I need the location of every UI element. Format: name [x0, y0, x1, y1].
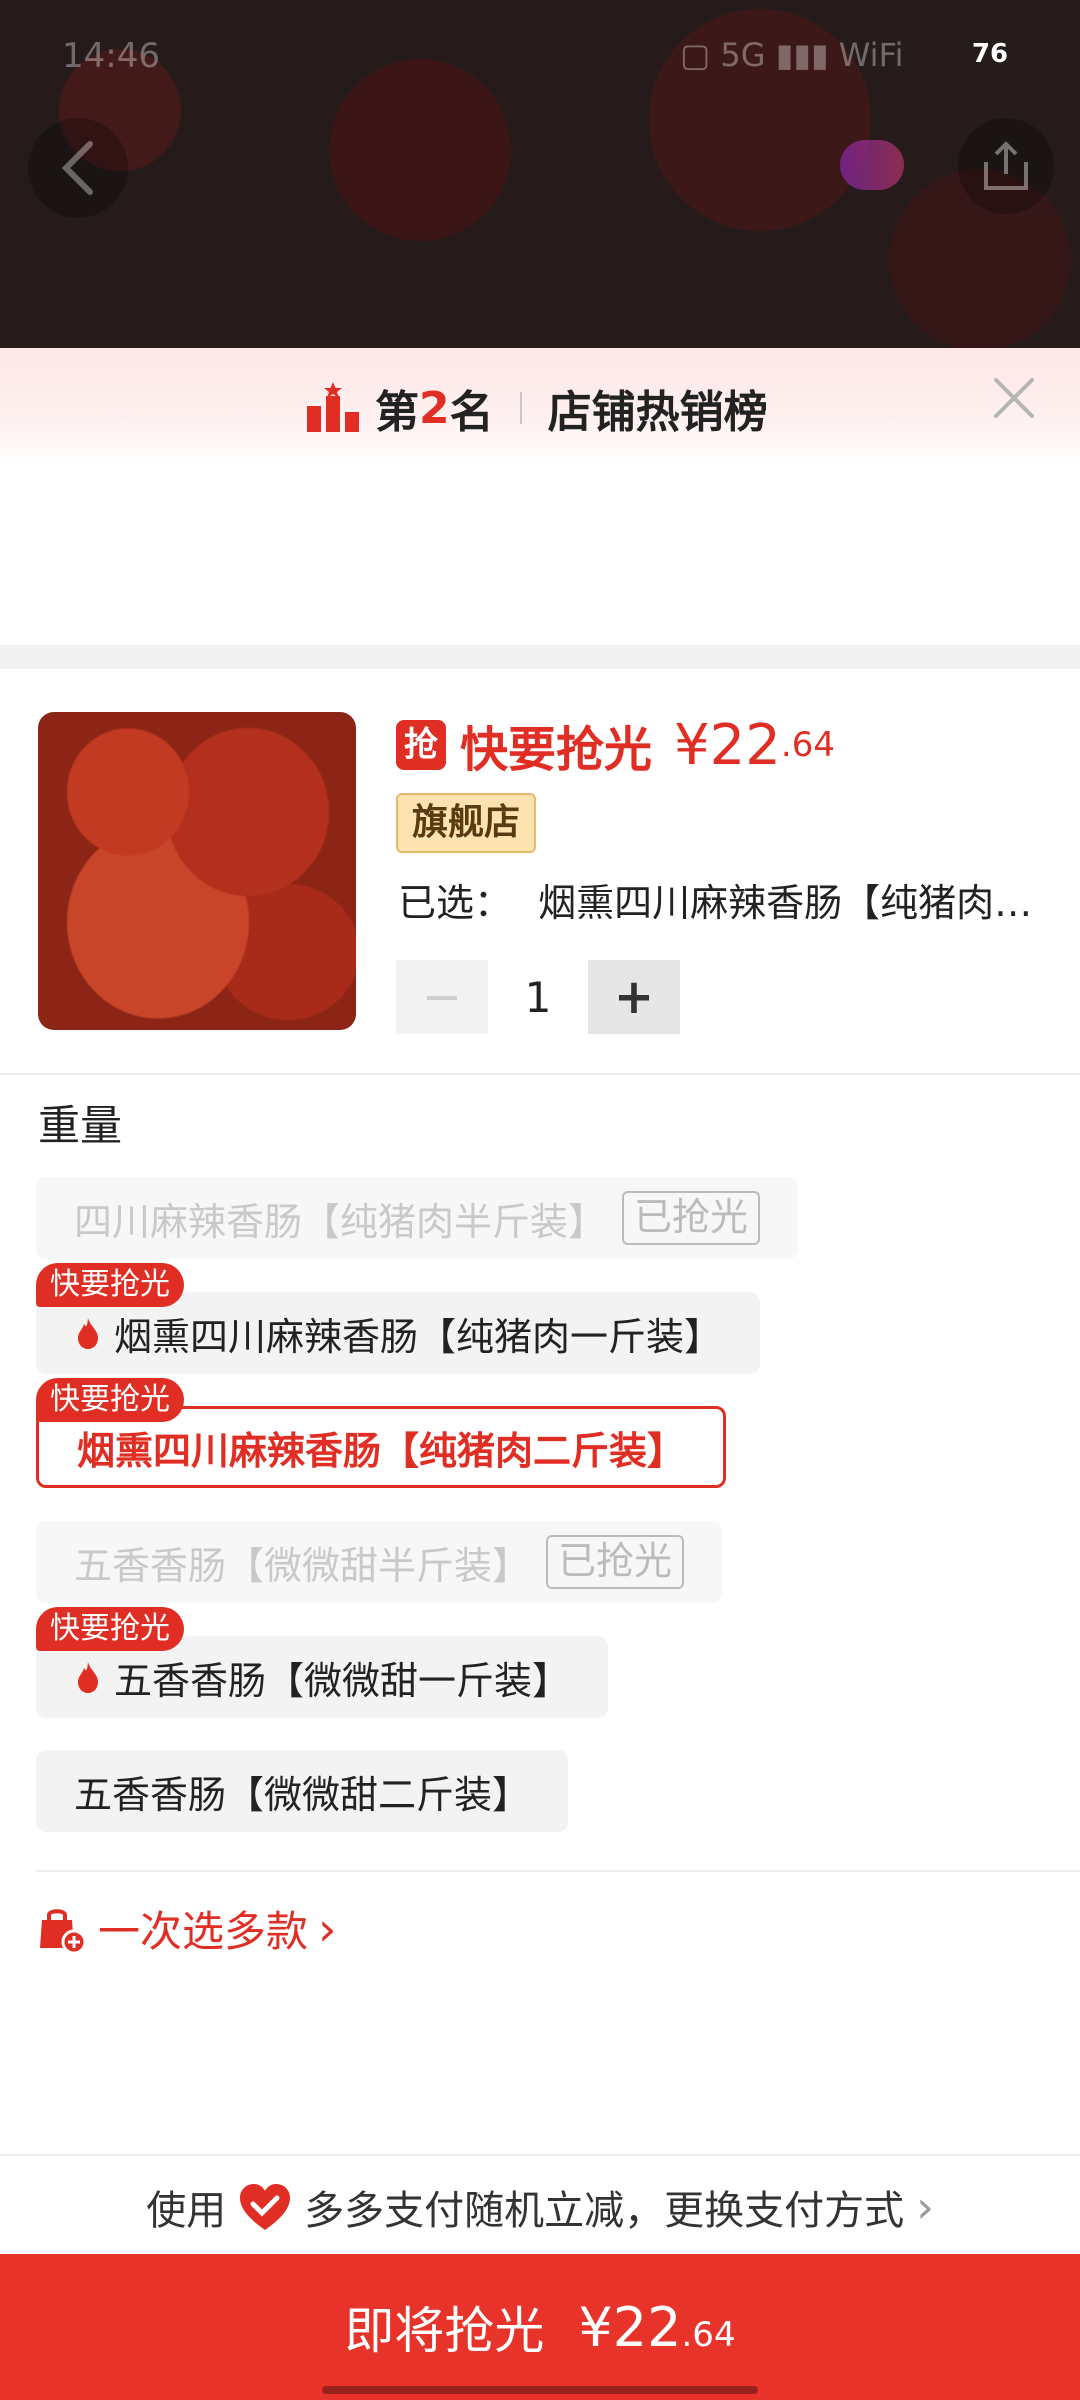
ranking-podium-icon — [307, 382, 359, 432]
payment-prefix: 使用 — [146, 2188, 227, 2234]
status-time: 14:46 — [62, 36, 160, 76]
option-label: 烟熏四川麻辣香肠【纯猪肉一斤装】 — [114, 1314, 723, 1359]
price-decimal: .64 — [780, 725, 835, 765]
back-button[interactable] — [28, 118, 128, 218]
multi-select-link[interactable]: 一次选多款 › — [36, 1898, 336, 1959]
decrease-quantity-button[interactable]: − — [396, 960, 488, 1034]
chevron-right-icon: › — [318, 1901, 337, 1956]
battery-level: 76 — [971, 39, 1009, 69]
close-icon — [994, 378, 1034, 418]
option-label: 五香香肠【微微甜一斤装】 — [114, 1658, 571, 1703]
spacer — [0, 468, 1080, 648]
weight-option[interactable]: 五香香肠【微微甜二斤装】 — [36, 1750, 569, 1832]
selected-spec: 已选： 烟熏四川麻辣香肠【纯猪肉… — [398, 872, 1038, 927]
user-avatar[interactable] — [840, 140, 904, 190]
back-arrow-icon — [61, 141, 93, 195]
selling-fast-tag: 快要抢光 — [36, 1378, 184, 1422]
grab-badge: 抢 — [396, 720, 446, 770]
price-line: 抢 快要抢光 ¥ 22 .64 — [396, 710, 835, 780]
buy-price: ¥22.64 — [578, 2296, 735, 2359]
rank-divider — [519, 392, 522, 424]
status-bar: 14:46 ▢ 5G ▮▮▮ WiFi 76 — [0, 0, 1080, 110]
buy-button-label: 即将抢光 — [344, 2302, 545, 2360]
status-indicators: ▢ 5G ▮▮▮ WiFi — [680, 36, 904, 74]
selling-fast-tag: 快要抢光 — [36, 1263, 184, 1307]
buy-price-integer: 22 — [612, 2295, 682, 2359]
payment-method-row[interactable]: 使用 多多支付随机立减，更换支付方式 › — [0, 2164, 1080, 2250]
rank-number: 2 — [419, 382, 450, 434]
weight-section-title: 重量 — [38, 1101, 123, 1150]
weight-option[interactable]: 四川麻辣香肠【纯猪肉半斤装】 已抢光 — [36, 1177, 799, 1259]
flame-icon — [78, 1318, 98, 1349]
quantity-stepper: − 1 + — [396, 960, 680, 1034]
sold-out-badge: 已抢光 — [546, 1535, 685, 1589]
divider — [0, 1073, 1080, 1075]
shopping-bag-plus-icon — [40, 1908, 86, 1954]
share-button[interactable] — [958, 118, 1054, 214]
option-label: 五香香肠【微微甜二斤装】 — [74, 1772, 531, 1817]
sold-out-badge: 已抢光 — [622, 1191, 761, 1245]
ranking-banner[interactable]: 第 2 名 店铺热销榜 — [0, 348, 1080, 468]
quantity-value[interactable]: 1 — [488, 973, 588, 1022]
rank-prefix: 第 — [375, 387, 419, 438]
ranking-content: 第 2 名 店铺热销榜 — [305, 378, 768, 438]
flagship-store-tag: 旗舰店 — [396, 793, 537, 853]
duoduo-pay-heart-icon — [240, 2184, 291, 2230]
option-label: 五香香肠【微微甜半斤装】 — [74, 1543, 531, 1588]
price-symbol: ¥ — [674, 712, 710, 778]
share-icon — [984, 141, 1028, 190]
payment-method-text: 多多支付随机立减，更换支付方式 — [304, 2188, 905, 2234]
increase-quantity-button[interactable]: + — [588, 960, 680, 1034]
buy-now-button[interactable]: 即将抢光 ¥22.64 — [0, 2254, 1080, 2400]
divider — [36, 1870, 1080, 1872]
selected-value: 烟熏四川麻辣香肠【纯猪肉… — [538, 881, 1033, 925]
weight-option[interactable]: 五香香肠【微微甜半斤装】 已抢光 — [36, 1521, 723, 1603]
price-integer: 22 — [709, 712, 781, 778]
product-thumbnail[interactable] — [38, 712, 356, 1030]
close-button[interactable] — [988, 372, 1040, 424]
section-separator — [0, 645, 1080, 669]
stock-status: 快要抢光 — [460, 722, 653, 778]
option-label: 烟熏四川麻辣香肠【纯猪肉二斤装】 — [77, 1428, 686, 1473]
multi-select-label: 一次选多款 — [98, 1907, 309, 1956]
buy-price-symbol: ¥ — [578, 2295, 613, 2359]
ranking-list-name: 店铺热销榜 — [547, 387, 768, 438]
home-indicator[interactable] — [322, 2386, 758, 2394]
selling-fast-tag: 快要抢光 — [36, 1607, 184, 1651]
rank-suffix: 名 — [449, 387, 494, 438]
divider — [0, 2154, 1080, 2156]
selected-label: 已选： — [398, 881, 513, 925]
chevron-right-icon: › — [916, 2181, 934, 2233]
option-label: 四川麻辣香肠【纯猪肉半斤装】 — [74, 1199, 607, 1244]
flame-icon — [78, 1662, 98, 1693]
buy-price-decimal: .64 — [681, 2314, 736, 2355]
